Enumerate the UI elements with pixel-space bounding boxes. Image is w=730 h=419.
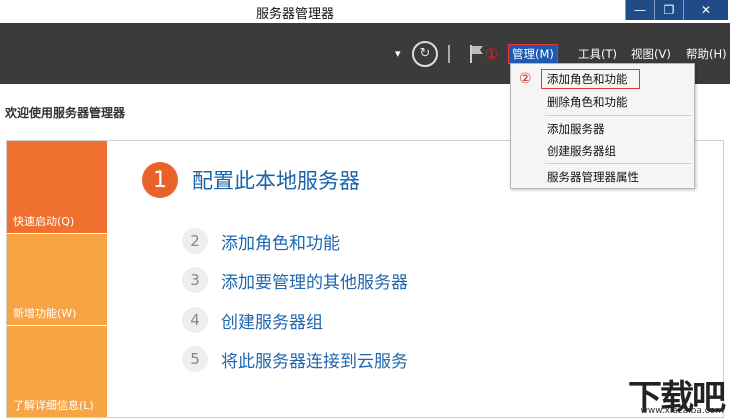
quickstart-step: 3 添加要管理的其他服务器 <box>182 267 408 293</box>
toolbar-divider <box>448 23 450 84</box>
menu-view[interactable]: 视图(V) <box>631 46 671 62</box>
configure-local-server-link[interactable]: 配置此本地服务器 <box>192 165 360 195</box>
step1-marker-text: ① <box>485 44 499 63</box>
step-number-badge: 4 <box>182 307 208 333</box>
close-button[interactable]: ✕ <box>683 0 728 20</box>
menu-item-remove-roles-features[interactable]: 删除角色和功能 <box>547 94 628 110</box>
sidebar-item-label: 了解详细信息(L) <box>13 399 94 412</box>
add-roles-features-link[interactable]: 添加角色和功能 <box>221 229 340 254</box>
sidebar-item-whats-new[interactable]: 新增功能(W) <box>7 234 107 325</box>
step-number-badge: 5 <box>182 346 208 372</box>
sidebar-item-learn-more[interactable]: 了解详细信息(L) <box>7 326 107 417</box>
page-title: 欢迎使用服务器管理器 <box>5 106 126 120</box>
connect-cloud-services-link[interactable]: 将此服务器连接到云服务 <box>221 347 408 372</box>
minimize-button[interactable]: — <box>625 0 654 20</box>
create-server-group-link[interactable]: 创建服务器组 <box>221 308 323 333</box>
window-title: 服务器管理器 <box>255 7 334 22</box>
step1-marker: ① <box>485 23 498 84</box>
menu-help[interactable]: 帮助(H) <box>686 46 727 62</box>
nav-dropdown-arrow-icon[interactable]: ▾ <box>395 23 401 84</box>
menu-item-create-server-group[interactable]: 创建服务器组 <box>547 143 616 159</box>
menu-tools[interactable]: 工具(T) <box>578 46 617 62</box>
refresh-icon: ↻ <box>412 40 438 67</box>
quickstart-step: 2 添加角色和功能 <box>182 228 340 254</box>
chevron-down-icon: ▾ <box>395 47 401 60</box>
manage-dropdown-menu: ② 添加角色和功能 删除角色和功能 添加服务器 创建服务器组 服务器管理器属性 <box>510 63 695 189</box>
menu-item-server-manager-properties[interactable]: 服务器管理器属性 <box>547 169 639 185</box>
step-number-badge: 2 <box>182 228 208 254</box>
step2-marker: ② <box>519 71 532 87</box>
add-other-servers-link[interactable]: 添加要管理的其他服务器 <box>221 268 408 293</box>
step-number-badge: 3 <box>182 267 208 293</box>
sidebar-item-quick-start[interactable]: 快速启动(Q) <box>7 141 107 233</box>
menu-manage[interactable]: 管理(M) <box>508 43 558 64</box>
step-number-badge: 1 <box>142 162 178 198</box>
sidebar-item-label: 快速启动(Q) <box>13 215 75 228</box>
title-bar: 服务器管理器 — ❐ ✕ <box>0 0 730 23</box>
menu-separator <box>545 163 691 164</box>
menu-item-add-roles-features[interactable]: 添加角色和功能 <box>547 71 628 87</box>
quickstart-step: 5 将此服务器连接到云服务 <box>182 346 408 372</box>
menu-item-add-servers[interactable]: 添加服务器 <box>547 121 605 137</box>
watermark-url: www.xiazaiba.com <box>640 406 724 416</box>
sidebar-item-label: 新增功能(W) <box>13 307 77 320</box>
menu-separator <box>545 115 691 116</box>
flag-icon <box>470 44 483 63</box>
window-controls: — ❐ ✕ <box>625 0 728 20</box>
quickstart-step-main: 1 配置此本地服务器 <box>142 162 360 198</box>
restore-button[interactable]: ❐ <box>654 0 683 20</box>
watermark-logo: 下载吧 www.xiazaiba.com <box>596 370 726 418</box>
refresh-button[interactable]: ↻ <box>412 23 438 84</box>
notifications-flag-button[interactable] <box>469 23 485 84</box>
quickstart-step: 4 创建服务器组 <box>182 307 323 333</box>
